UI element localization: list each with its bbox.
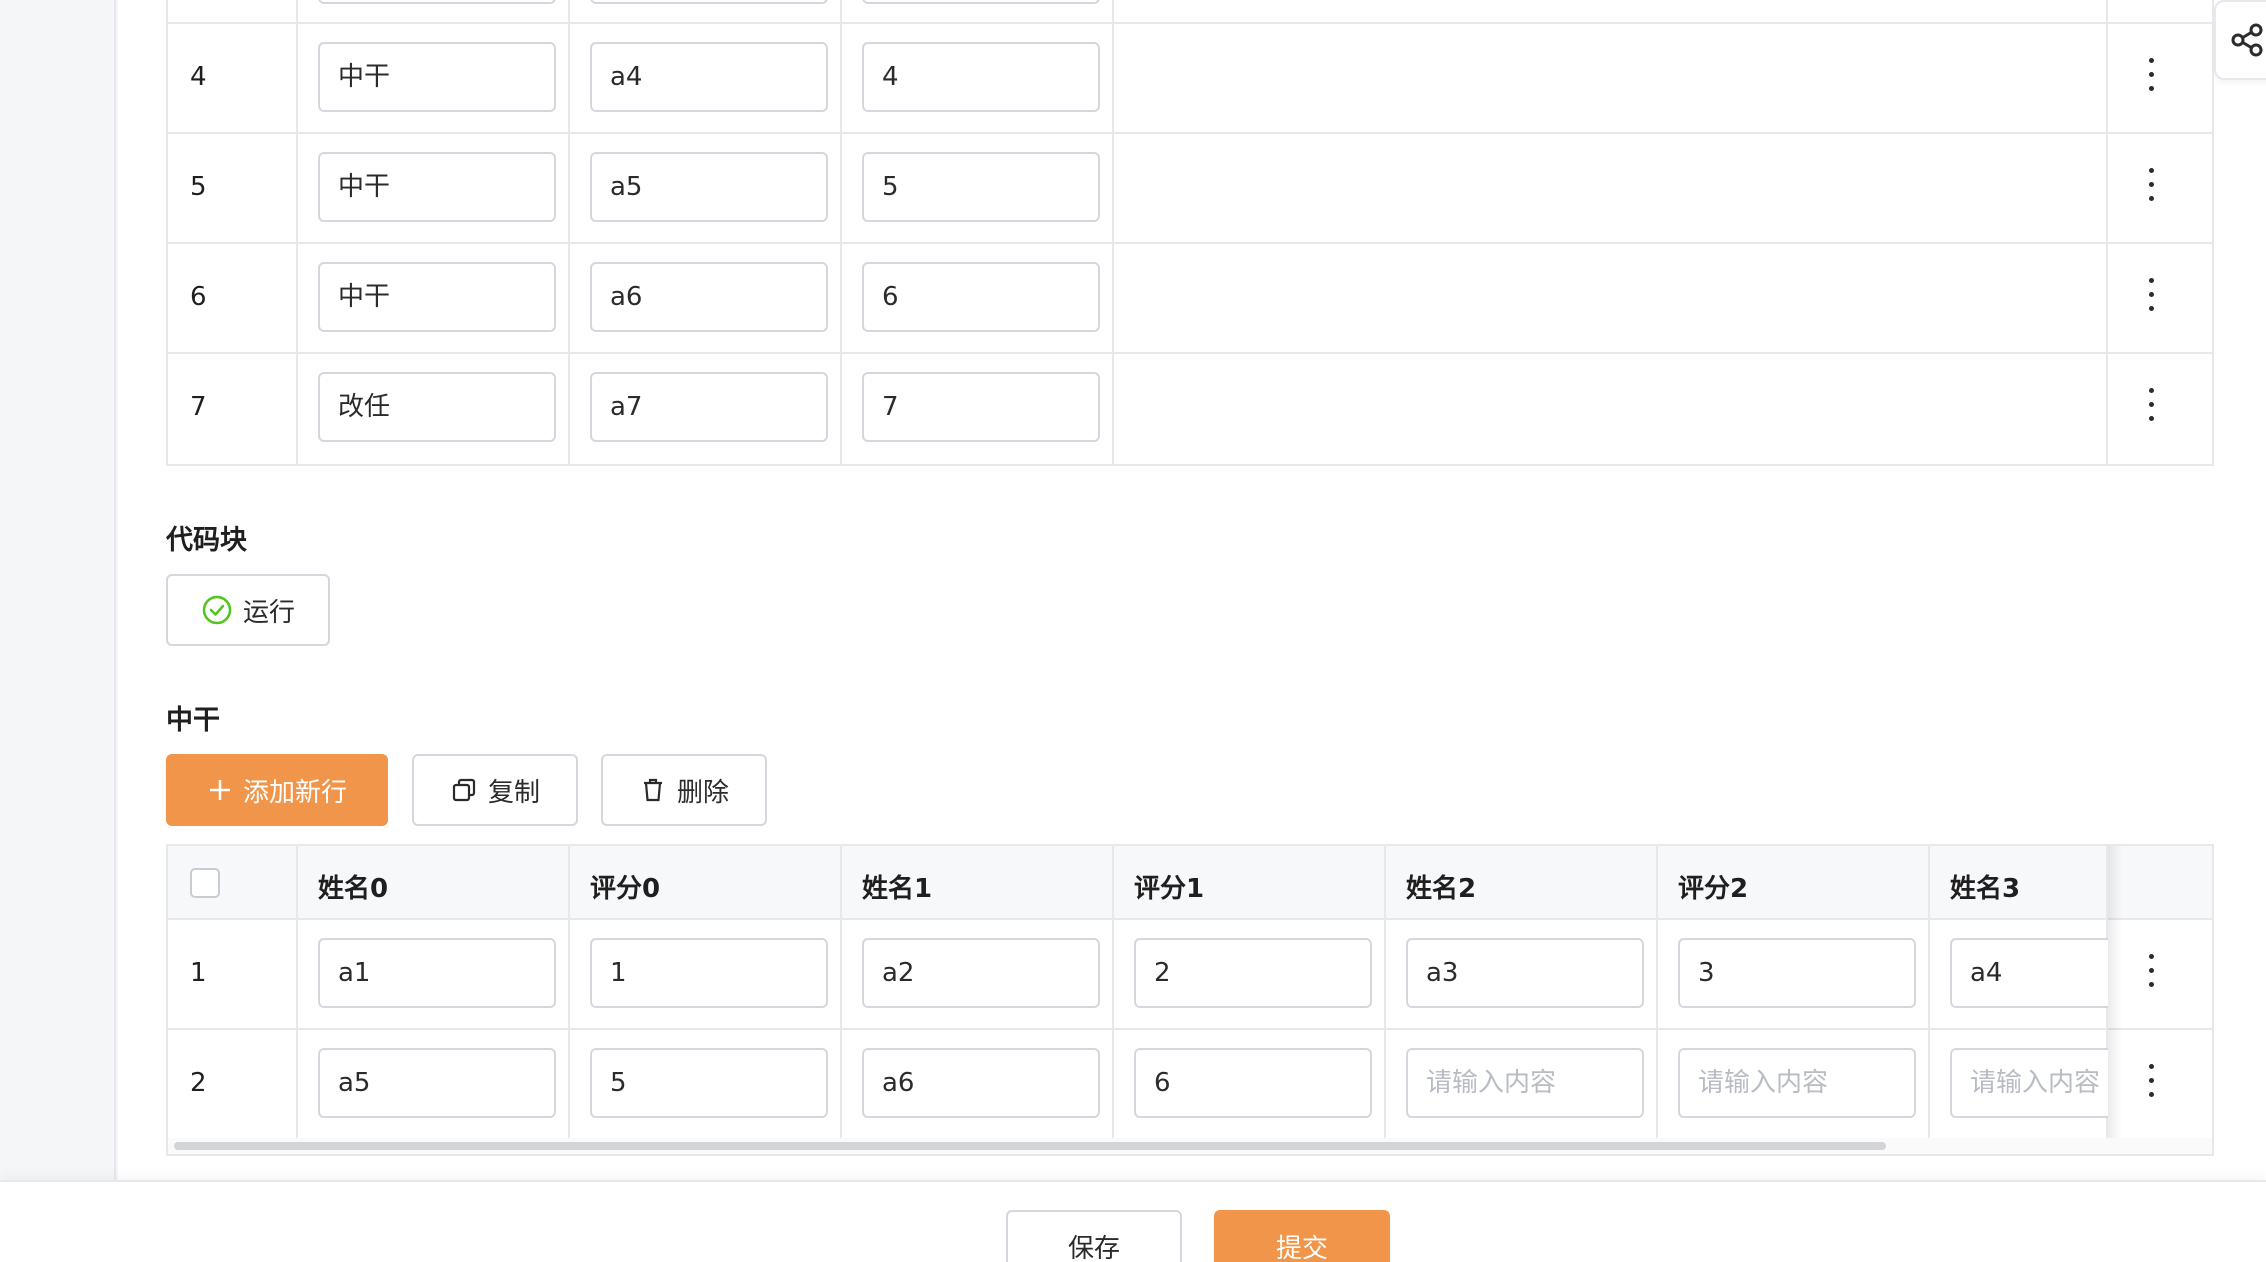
- row-more-button[interactable]: [2136, 386, 2166, 426]
- add-row-button[interactable]: 添加新行: [166, 754, 388, 826]
- table-input[interactable]: 4: [862, 42, 1100, 112]
- row-more-button[interactable]: [2136, 276, 2166, 316]
- footer-bar: 保存 提交: [0, 1180, 2266, 1262]
- page: 4 中干 a4 4 5 中干 a5 5 6 中干 a6 6 7 改任 a7 7 …: [0, 0, 2266, 1262]
- plus-icon: [209, 780, 230, 800]
- table-input[interactable]: 6: [862, 262, 1100, 332]
- row-more-button[interactable]: [2136, 1062, 2166, 1102]
- copy-button[interactable]: 复制: [412, 754, 578, 826]
- table-input[interactable]: 中干: [318, 152, 556, 222]
- zhonggan-section-title: 中干: [166, 705, 220, 736]
- row-index: 4: [190, 62, 207, 92]
- table-input[interactable]: a5: [318, 1048, 556, 1118]
- table-row: 7 改任 a7 7: [168, 354, 2212, 464]
- table-row: 5 中干 a5 5: [168, 134, 2212, 244]
- row-more-button[interactable]: [2136, 952, 2166, 992]
- table-input[interactable]: 请输入内容: [1406, 1048, 1644, 1118]
- row-index: 2: [190, 1068, 207, 1098]
- copy-label: 复制: [487, 777, 540, 808]
- scrollbar-thumb[interactable]: [174, 1142, 1886, 1150]
- delete-label: 删除: [676, 777, 729, 808]
- table-input[interactable]: a6: [862, 1048, 1100, 1118]
- table-row: 4 中干 a4 4: [168, 24, 2212, 134]
- table-input[interactable]: 中干: [318, 42, 556, 112]
- save-button[interactable]: 保存: [1006, 1210, 1182, 1262]
- table-input[interactable]: a5: [590, 152, 828, 222]
- table-row: [168, 0, 2212, 24]
- table-input[interactable]: 5: [862, 152, 1100, 222]
- table-input[interactable]: 中干: [318, 262, 556, 332]
- upper-table: 4 中干 a4 4 5 中干 a5 5 6 中干 a6 6 7 改任 a7 7: [166, 0, 2214, 466]
- table-input[interactable]: 请输入内容: [1950, 1048, 2108, 1118]
- table-input[interactable]: [590, 0, 828, 4]
- table-input[interactable]: [862, 0, 1100, 4]
- table-input[interactable]: a6: [590, 262, 828, 332]
- run-button[interactable]: 运行: [166, 574, 330, 646]
- share-icon: [2231, 23, 2263, 57]
- table-input[interactable]: 5: [590, 1048, 828, 1118]
- row-divider: [168, 920, 2212, 1030]
- add-row-label: 添加新行: [242, 777, 347, 808]
- table-input[interactable]: 请输入内容: [1678, 1048, 1916, 1118]
- row-more-button[interactable]: [2136, 166, 2166, 206]
- submit-button[interactable]: 提交: [1214, 1210, 1390, 1262]
- horizontal-scrollbar[interactable]: [168, 1138, 2212, 1154]
- table-input[interactable]: 6: [1134, 1048, 1372, 1118]
- submit-label: 提交: [1275, 1233, 1328, 1262]
- table-input[interactable]: 改任: [318, 372, 556, 442]
- row-index: 6: [190, 282, 207, 312]
- check-circle-icon: [202, 595, 232, 625]
- code-block-title: 代码块: [166, 525, 247, 556]
- row-more-button[interactable]: [2136, 56, 2166, 96]
- copy-icon: [452, 778, 476, 802]
- row-index: 7: [190, 392, 207, 422]
- run-button-label: 运行: [242, 597, 295, 628]
- share-button[interactable]: [2214, 0, 2266, 80]
- delete-button[interactable]: 删除: [601, 754, 767, 826]
- row-index: 5: [190, 172, 207, 202]
- table-input[interactable]: 7: [862, 372, 1100, 442]
- fixed-column-shadow: [2108, 846, 2122, 1142]
- save-label: 保存: [1067, 1233, 1120, 1262]
- table-input[interactable]: a4: [590, 42, 828, 112]
- table-row: 2 a5 5 a6 6 请输入内容 请输入内容 请输入内容: [168, 1030, 2108, 1140]
- trash-icon: [643, 778, 662, 802]
- left-sidebar-strip: [0, 0, 116, 1180]
- table-row: 6 中干 a6 6: [168, 244, 2212, 354]
- table-input[interactable]: a7: [590, 372, 828, 442]
- table-input[interactable]: [318, 0, 556, 4]
- zhonggan-table: 姓名0 评分0 姓名1 评分1 姓名2 评分2 姓名3 1 a1 1 a2 2 …: [166, 844, 2214, 1156]
